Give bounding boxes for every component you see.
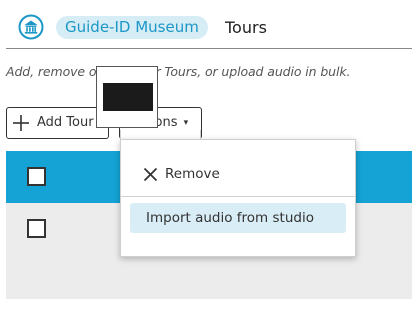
row-select-checkbox[interactable] (27, 219, 46, 238)
import-audio-label: Import audio from studio (146, 210, 314, 226)
close-icon (143, 167, 158, 182)
menu-divider (121, 196, 355, 197)
actions-menu: Remove Import audio from studio (120, 139, 356, 257)
remove-label: Remove (165, 166, 220, 182)
plus-icon (13, 115, 29, 131)
page-header: Guide-ID Museum Tours (0, 0, 412, 50)
add-tour-button[interactable]: Add Tour (6, 107, 109, 139)
tour-thumbnail[interactable] (96, 66, 158, 128)
menu-item-import-audio[interactable]: Import audio from studio (130, 203, 346, 233)
menu-item-remove[interactable]: Remove (121, 162, 355, 186)
select-all-checkbox[interactable] (27, 167, 46, 186)
thumbnail-image (103, 83, 153, 111)
add-tour-label: Add Tour (37, 115, 94, 130)
caret-down-icon: ▾ (183, 118, 189, 128)
page-title: Tours (225, 18, 267, 37)
museum-name-link[interactable]: Guide-ID Museum (56, 16, 208, 39)
page-subtitle: Add, remove or edit your Tours, or uploa… (6, 64, 351, 79)
header-divider (6, 48, 412, 49)
museum-logo-icon[interactable] (18, 14, 44, 40)
